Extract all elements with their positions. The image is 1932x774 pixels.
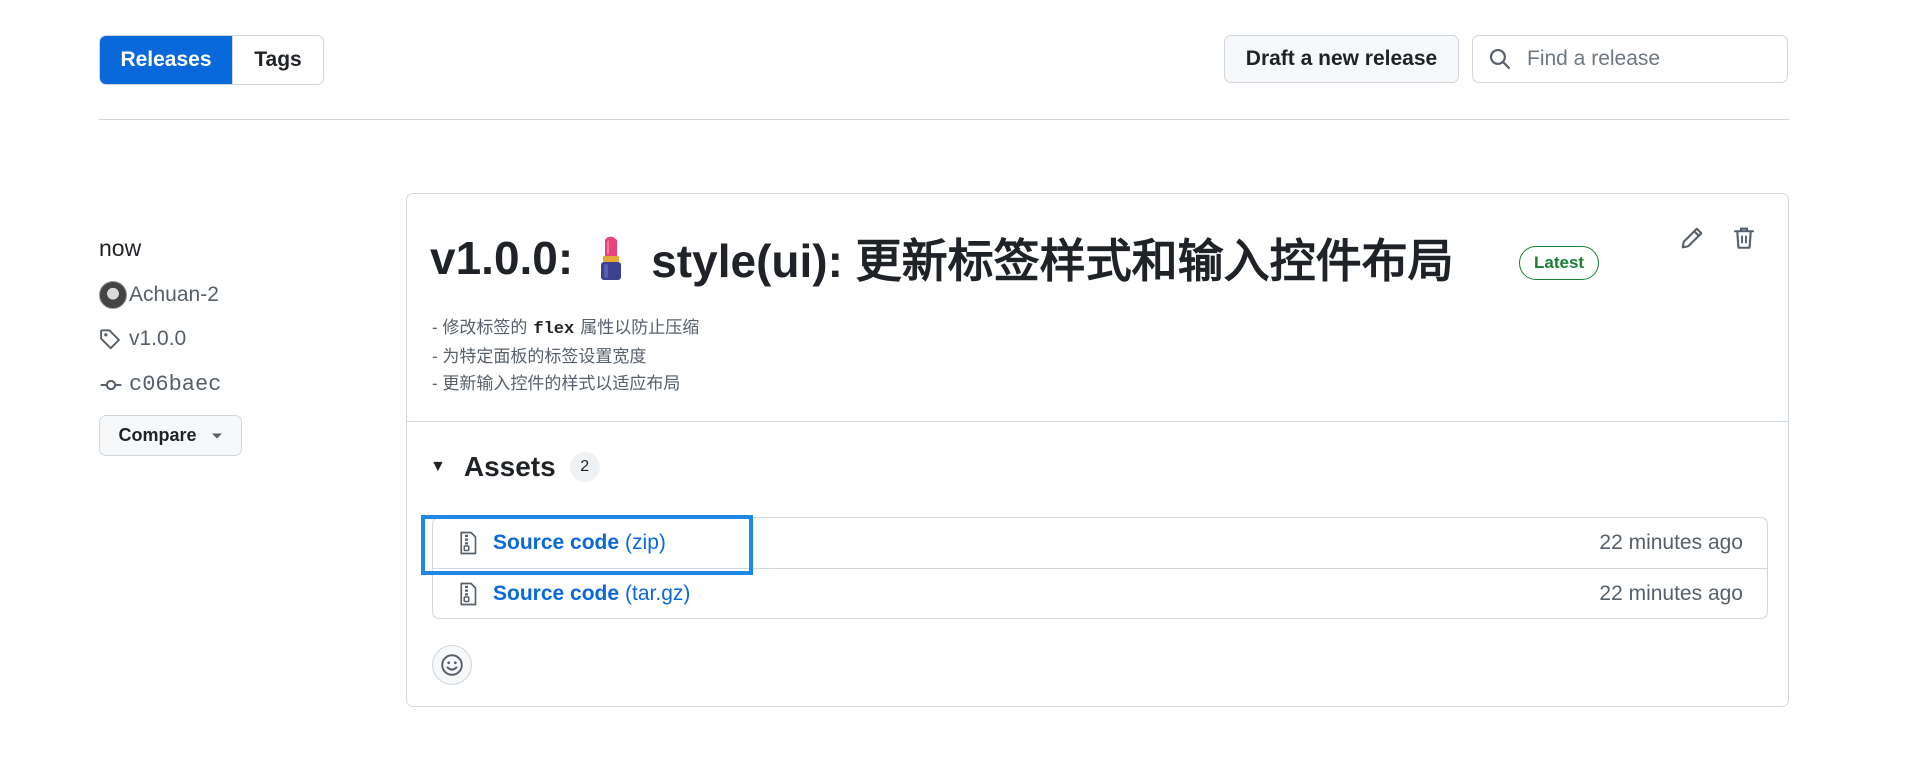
file-zip-icon: [460, 582, 477, 606]
asset-time: 22 minutes ago: [1599, 531, 1743, 554]
smiley-icon: [441, 654, 463, 676]
asset-row[interactable]: Source code (zip) 22 minutes ago: [433, 518, 1767, 568]
asset-link[interactable]: Source code: [493, 582, 619, 606]
assets-count: 2: [569, 452, 600, 482]
release-version: v1.0.0:: [430, 232, 574, 284]
lipstick-emoji-icon: [601, 236, 622, 280]
find-release-search[interactable]: [1472, 35, 1788, 83]
commit-icon: [100, 379, 122, 390]
search-icon: [1489, 48, 1511, 70]
release-title[interactable]: v1.0.0: style(ui): 更新标签样式和输入控件布局: [430, 225, 1454, 291]
assets-label: Assets: [463, 451, 556, 482]
note-code: flex: [533, 320, 575, 339]
asset-row[interactable]: Source code (tar.gz) 22 minutes ago: [433, 568, 1767, 618]
latest-badge: Latest: [1519, 246, 1600, 280]
compare-label: Compare: [118, 425, 197, 445]
header-divider: [99, 119, 1789, 120]
release-notes: - 修改标签的 flex 属性以防止压缩 - 为特定面板的标签设置宽度 - 更新输入…: [432, 314, 699, 397]
releases-tags-switcher: Releases Tags: [99, 35, 324, 85]
draft-new-release-button[interactable]: Draft a new release: [1224, 35, 1459, 83]
tag-row[interactable]: v1.0.0: [99, 327, 186, 351]
asset-ext[interactable]: (zip): [625, 531, 666, 555]
release-title-text: style(ui): 更新标签样式和输入控件布局: [651, 235, 1454, 287]
note-text: 属性以防止压缩: [580, 318, 700, 337]
add-reaction-button[interactable]: [432, 645, 472, 685]
note-text: - 为特定面板的标签设置宽度: [432, 347, 647, 366]
chevron-down-icon: [211, 433, 222, 438]
commit-row[interactable]: c06baec: [99, 372, 221, 397]
author-row[interactable]: Achuan-2: [99, 281, 219, 309]
assets-toggle[interactable]: ▼ Assets 2: [430, 451, 600, 483]
commit-sha[interactable]: c06baec: [129, 372, 221, 397]
note-line: - 修改标签的 flex 属性以防止压缩: [432, 314, 699, 343]
note-line: - 为特定面板的标签设置宽度: [432, 343, 699, 370]
card-divider: [407, 421, 1788, 422]
find-release-input[interactable]: [1525, 46, 1769, 72]
tag-name[interactable]: v1.0.0: [129, 327, 186, 351]
pencil-icon[interactable]: [1680, 226, 1704, 250]
note-text: - 修改标签的: [432, 318, 528, 337]
triangle-down-icon: ▼: [430, 458, 446, 475]
file-zip-icon: [460, 531, 477, 555]
avatar: [99, 281, 127, 309]
asset-ext[interactable]: (tar.gz): [625, 582, 690, 606]
trash-icon[interactable]: [1732, 226, 1756, 250]
note-text: - 更新输入控件的样式以适应布局: [432, 374, 681, 393]
author-name[interactable]: Achuan-2: [129, 283, 219, 307]
release-date: now: [99, 235, 142, 261]
asset-link[interactable]: Source code: [493, 531, 619, 555]
asset-time: 22 minutes ago: [1599, 582, 1743, 605]
assets-list: Source code (zip) 22 minutes ago Source …: [432, 517, 1768, 619]
tab-releases[interactable]: Releases: [100, 36, 232, 84]
tag-icon: [100, 329, 120, 350]
note-line: - 更新输入控件的样式以适应布局: [432, 370, 699, 397]
compare-button[interactable]: Compare: [99, 415, 242, 456]
tab-tags[interactable]: Tags: [232, 36, 323, 84]
